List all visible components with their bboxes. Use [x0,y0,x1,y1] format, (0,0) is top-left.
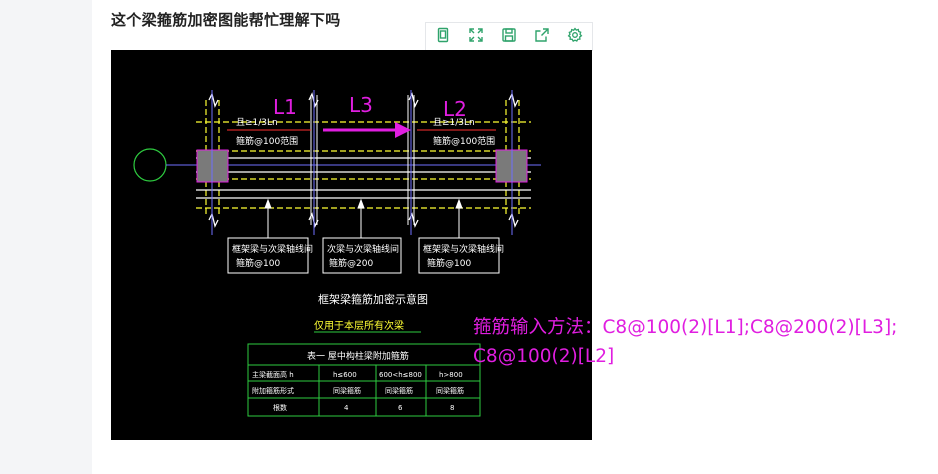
label-l3: L3 [349,93,373,117]
table-cell: 6 [398,404,403,412]
settings-button[interactable] [558,23,591,51]
drawing-subcaption: 仅用于本层所有次梁 [314,319,404,332]
table-cell: h>800 [439,371,463,379]
table-cell: 4 [344,404,349,412]
note-line-2: C8@100(2)[L2] [473,346,615,367]
gear-icon [567,27,583,47]
box-right-line1: 框架梁与次梁轴线间 [423,243,504,255]
zone-left-bottom: 箍筋@100范围 [236,135,298,147]
share-button[interactable] [525,23,558,51]
table-cell: 同梁箍筋 [436,386,464,395]
zone-right-bottom: 箍筋@100范围 [433,135,495,147]
left-gutter [0,0,92,474]
box-left-line2: 箍筋@100 [236,257,280,269]
table-cell: h≤600 [333,371,357,379]
box-right-line2: 箍筋@100 [427,257,471,269]
table-cell: 600<h≤800 [379,371,422,379]
post-title: 这个梁箍筋加密图能帮忙理解下吗 [111,11,341,29]
zone-left-top: 且≥1/3Ln [236,117,278,128]
floppy-icon [501,27,517,47]
share-icon [534,27,550,47]
beam-stirrup-drawing[interactable]: L1 L3 L2 且≥1/3Ln 箍筋@100范围 且≥1/3Ln 箍筋@100… [111,50,592,440]
expand-icon [468,27,484,47]
drawing-caption: 框架梁箍筋加密示意图 [318,292,428,306]
zone-right-top: 且≥1/3Ln [433,117,475,128]
table-cell: 附加箍筋形式 [252,386,294,395]
box-left-line1: 框架梁与次梁轴线间 [232,243,313,255]
image-toolbar [425,22,593,51]
table-cell: 同梁箍筋 [385,386,413,395]
l3-arrow [323,122,411,138]
axis-circle [133,148,167,182]
table-cell: 8 [450,404,454,412]
box-middle-line1: 次梁与次梁轴线间 [327,243,399,255]
save-button[interactable] [492,23,525,51]
fit-page-button[interactable] [426,23,459,51]
leader-arrows [264,198,463,238]
table-cell: 同梁箍筋 [333,386,361,395]
table-cell: 主梁截面高 h [252,370,294,379]
box-middle-line2: 箍筋@200 [329,257,373,269]
page-icon [435,27,451,47]
table-cell: 根数 [273,403,287,412]
note-line-1: 箍筋输入方法：C8@100(2)[L1];C8@200(2)[L3]; [473,317,898,338]
cad-drawing: L1 L3 L2 且≥1/3Ln 箍筋@100范围 且≥1/3Ln 箍筋@100… [133,90,541,417]
stirrup-input-note: 箍筋输入方法：C8@100(2)[L1];C8@200(2)[L3]; C8@1… [473,313,933,371]
fullscreen-button[interactable] [459,23,492,51]
stirrup-table: 表一 屋中构柱梁附加箍筋 主梁截面高 h h≤600 600<h≤800 h>8… [247,343,481,417]
label-l1: L1 [273,95,297,119]
table-title: 表一 屋中构柱梁附加箍筋 [307,350,409,362]
